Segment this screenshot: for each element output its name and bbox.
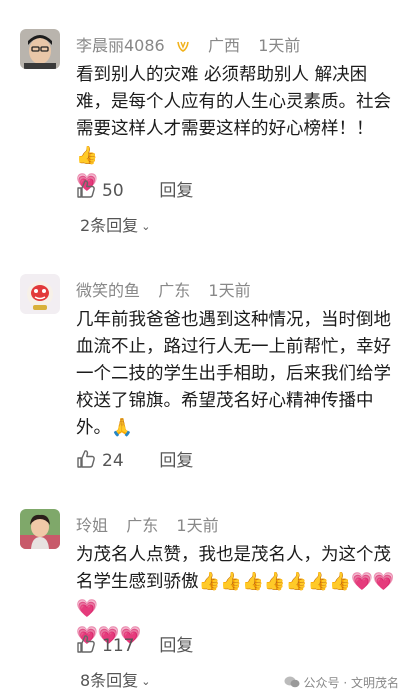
comment-text-line: 需要这样人才需要这样的好心榜样！！ 👍 — [76, 119, 374, 166]
user-location: 广东 — [126, 516, 159, 535]
comment-time: 1天前 — [176, 516, 219, 535]
user-avatar[interactable] — [20, 509, 60, 549]
comment-text-line: 几年前我爸爸也遇到这种情况，当时倒地 — [76, 310, 391, 330]
comment-time: 1天前 — [258, 36, 301, 55]
user-location: 广东 — [158, 281, 191, 300]
replies-count: 2条回复 — [80, 216, 139, 235]
like-count: 24 — [102, 451, 124, 471]
username[interactable]: 微笑的鱼 — [76, 281, 140, 300]
comment-text-line: 一个二技的学生出手相助，后来我们给学 — [76, 364, 391, 384]
like-button[interactable]: 117 — [76, 635, 141, 656]
like-button[interactable]: 50 — [76, 180, 141, 201]
user-location: 广西 — [208, 36, 241, 55]
comment-text: 几年前我爸爸也遇到这种情况，当时倒地 血流不止，路过行人无一上前帮忙，幸好 一个… — [76, 307, 396, 442]
comment-meta: 玲姐 广东 1天前 — [76, 512, 219, 536]
comment-meta: 李晨丽4086 广西 1天前 — [76, 32, 300, 56]
comment-text-line: 外。🙏 — [76, 418, 133, 438]
like-button[interactable]: 24 — [76, 450, 141, 471]
comment-text-line: 名学生感到骄傲👍👍👍👍👍👍👍💗💗💗 — [76, 572, 395, 619]
thumbs-up-icon — [77, 450, 95, 468]
comment-actions: 50 回复 — [76, 176, 193, 201]
like-count: 50 — [102, 181, 124, 201]
username[interactable]: 李晨丽4086 — [76, 36, 165, 55]
user-badge-icon — [177, 41, 189, 52]
view-replies-link[interactable]: 2条回复 ⌄ — [80, 212, 150, 236]
watermark-text: 公众号 · 文明茂名 — [303, 676, 399, 690]
comment-meta: 微笑的鱼 广东 1天前 — [76, 277, 251, 301]
chevron-down-icon: ⌄ — [141, 220, 151, 233]
comment-text-line: 为茂名人点赞，我也是茂名人，为这个茂 — [76, 545, 391, 565]
replies-count: 8条回复 — [80, 671, 139, 690]
comment-text-line: 校送了锦旗。希望茂名好心精神传播中 — [76, 391, 374, 411]
comment-text-line: 难，是每个人应有的人生心灵素质。社会 — [76, 92, 391, 112]
comment-text-line: 血流不止，路过行人无一上前帮忙，幸好 — [76, 337, 391, 357]
comment-actions: 24 回复 — [76, 446, 193, 471]
reply-button[interactable]: 回复 — [159, 446, 193, 471]
wechat-icon — [284, 676, 300, 688]
user-avatar[interactable] — [20, 29, 60, 69]
thumbs-up-icon — [77, 180, 95, 198]
reply-button[interactable]: 回复 — [159, 176, 193, 201]
user-avatar[interactable] — [20, 274, 60, 314]
reply-button[interactable]: 回复 — [159, 631, 193, 656]
thumbs-up-icon — [77, 635, 95, 653]
comment-time: 1天前 — [208, 281, 251, 300]
comment-text-line: 看到别人的灾难 必须帮助别人 解决困 — [76, 65, 368, 85]
comment-actions: 117 回复 — [76, 631, 193, 656]
like-count: 117 — [102, 636, 135, 656]
chevron-down-icon: ⌄ — [141, 675, 151, 688]
watermark: 公众号 · 文明茂名 — [284, 674, 399, 691]
username[interactable]: 玲姐 — [76, 516, 108, 535]
view-replies-link[interactable]: 8条回复 ⌄ — [80, 667, 150, 691]
